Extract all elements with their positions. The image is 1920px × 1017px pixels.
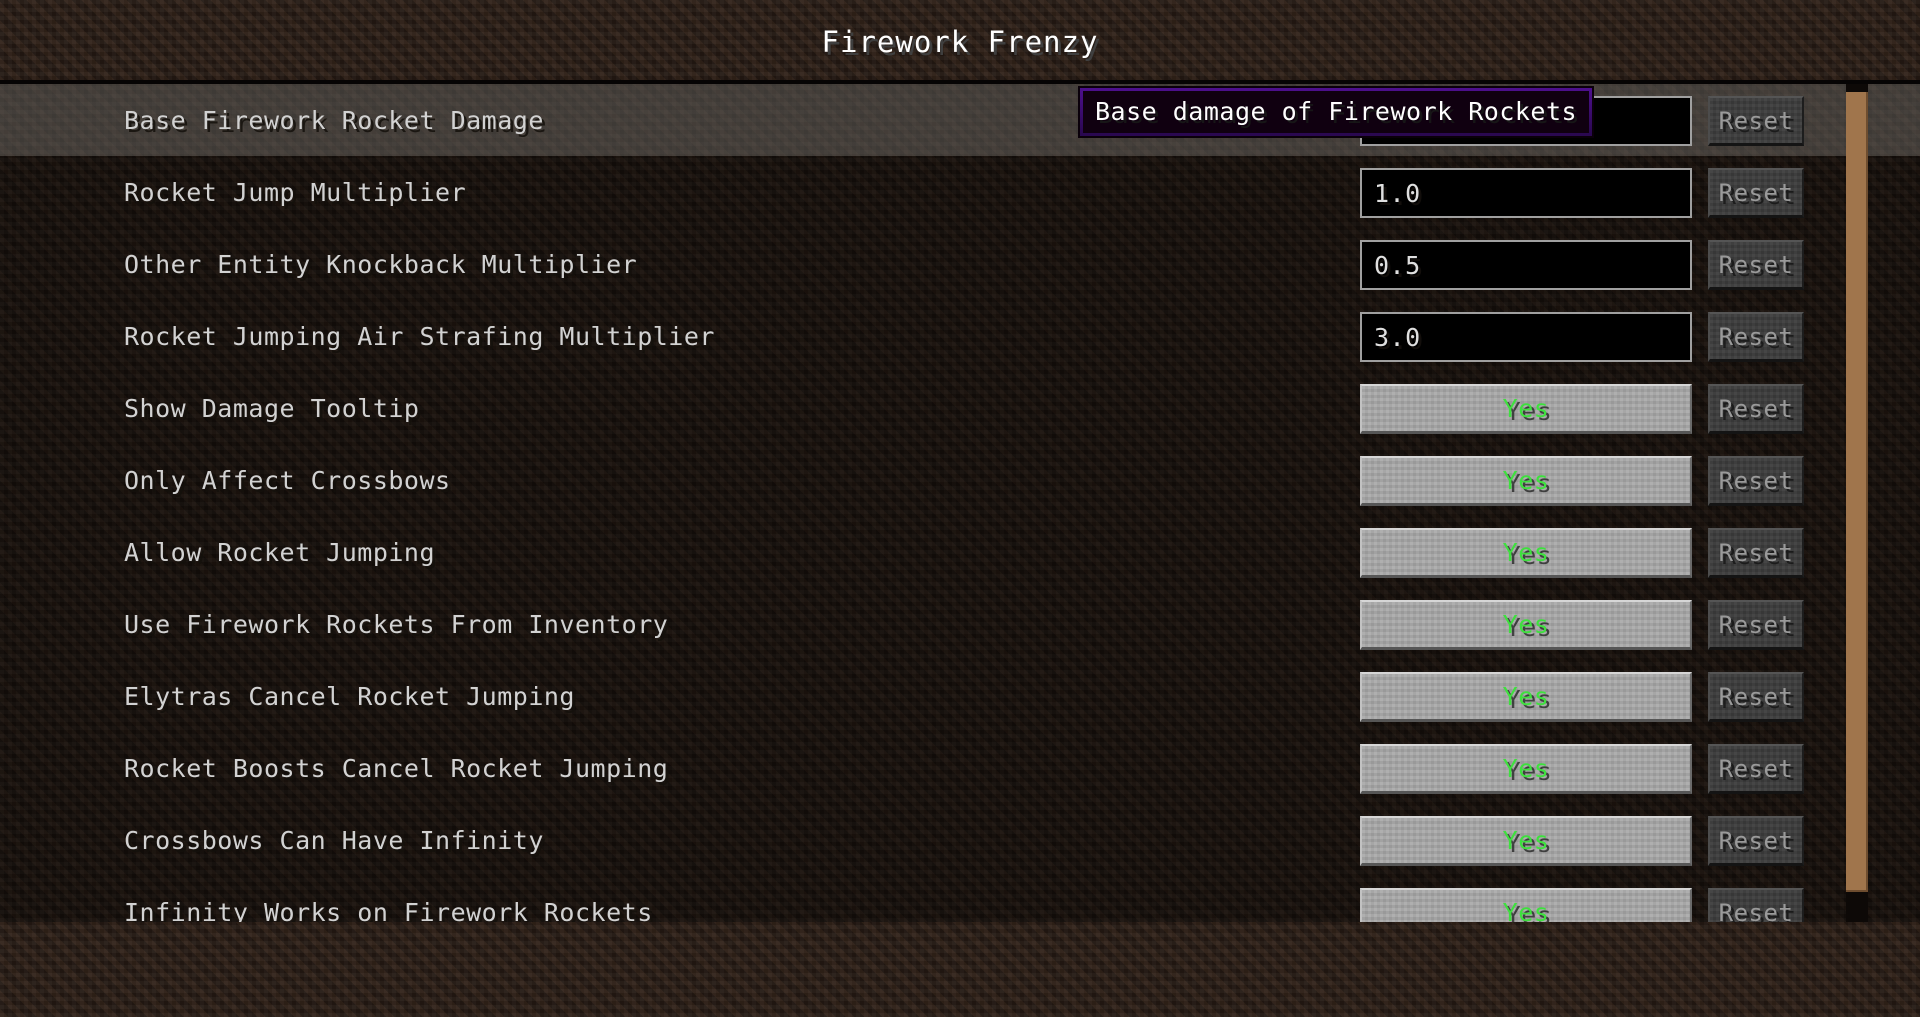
option-row[interactable]: Rocket Jumping Air Strafing Multiplier 3.… <box>0 300 1920 372</box>
toggle-button[interactable]: Yes <box>1360 600 1692 650</box>
toggle-button-value: Yes <box>1502 826 1550 855</box>
option-label: Use Firework Rockets From Inventory <box>124 609 669 639</box>
toggle-button[interactable]: Yes <box>1360 456 1692 506</box>
tooltip-text: Base damage of Firework Rockets <box>1095 97 1578 126</box>
option-label: Elytras Cancel Rocket Jumping <box>124 681 575 711</box>
reset-button: Reset <box>1708 312 1804 362</box>
number-input-box[interactable]: 0.5 <box>1360 240 1692 290</box>
option-label: Rocket Jumping Air Strafing Multiplier <box>124 321 715 351</box>
screen-header: Firework Frenzy <box>0 0 1920 84</box>
toggle-button-surface[interactable]: Yes <box>1360 888 1692 922</box>
reset-button-label: Reset <box>1718 394 1794 423</box>
reset-button-label: Reset <box>1718 178 1794 207</box>
option-row[interactable]: Infinity Works on Firework Rockets Yes Res… <box>0 876 1920 922</box>
number-input[interactable]: 3.0 <box>1360 312 1692 362</box>
toggle-button[interactable]: Yes <box>1360 528 1692 578</box>
reset-button: Reset <box>1708 384 1804 434</box>
toggle-button-surface[interactable]: Yes <box>1360 816 1692 866</box>
config-screen: Firework Frenzy Base Firework Rocket Dam… <box>0 0 1920 1017</box>
reset-button: Reset <box>1708 96 1804 146</box>
option-label: Other Entity Knockback Multiplier <box>124 249 638 279</box>
toggle-button-surface[interactable]: Yes <box>1360 672 1692 722</box>
reset-button: Reset <box>1708 888 1804 922</box>
toggle-button-value: Yes <box>1502 754 1550 783</box>
toggle-button[interactable]: Yes <box>1360 888 1692 922</box>
reset-button: Reset <box>1708 456 1804 506</box>
toggle-button-surface[interactable]: Yes <box>1360 456 1692 506</box>
reset-button: Reset <box>1708 168 1804 218</box>
screen-footer: Cancel Save & Quit www.9minecraft.net <box>0 922 1920 1017</box>
toggle-button-surface[interactable]: Yes <box>1360 384 1692 434</box>
number-input-box[interactable]: 1.0 <box>1360 168 1692 218</box>
toggle-button[interactable]: Yes <box>1360 744 1692 794</box>
reset-button: Reset <box>1708 240 1804 290</box>
reset-button-label: Reset <box>1718 538 1794 567</box>
option-row[interactable]: Rocket Jump Multiplier 1.0 Reset <box>0 156 1920 228</box>
reset-button: Reset <box>1708 600 1804 650</box>
toggle-button-surface[interactable]: Yes <box>1360 528 1692 578</box>
option-row[interactable]: Other Entity Knockback Multiplier 0.5 Rese… <box>0 228 1920 300</box>
reset-button-label: Reset <box>1718 610 1794 639</box>
number-input-box[interactable]: 3.0 <box>1360 312 1692 362</box>
reset-button-label: Reset <box>1718 826 1794 855</box>
number-input-value: 1.0 <box>1374 178 1421 208</box>
option-row[interactable]: Crossbows Can Have Infinity Yes Reset <box>0 804 1920 876</box>
option-label: Infinity Works on Firework Rockets <box>124 897 653 923</box>
reset-button-label: Reset <box>1718 322 1794 351</box>
toggle-button-value: Yes <box>1502 682 1550 711</box>
toggle-button-surface[interactable]: Yes <box>1360 744 1692 794</box>
toggle-button[interactable]: Yes <box>1360 672 1692 722</box>
number-input[interactable]: 1.0 <box>1360 168 1692 218</box>
option-row[interactable]: Allow Rocket Jumping Yes Reset <box>0 516 1920 588</box>
reset-button-label: Reset <box>1718 106 1794 135</box>
reset-button: Reset <box>1708 816 1804 866</box>
number-input-value: 0.5 <box>1374 250 1421 280</box>
number-input-value: 3.0 <box>1374 322 1421 352</box>
toggle-button-value: Yes <box>1502 538 1550 567</box>
number-input[interactable]: 0.5 <box>1360 240 1692 290</box>
option-label: Base Firework Rocket Damage <box>124 105 544 135</box>
option-label: Crossbows Can Have Infinity <box>124 825 544 855</box>
scrollbar-thumb[interactable] <box>1846 92 1868 892</box>
option-label: Show Damage Tooltip <box>124 393 420 423</box>
options-list[interactable]: Base Firework Rocket Damage3.0ResetRocke… <box>0 84 1920 922</box>
reset-button-label: Reset <box>1718 682 1794 711</box>
option-label: Allow Rocket Jumping <box>124 537 436 567</box>
option-label: Rocket Jump Multiplier <box>124 177 467 207</box>
toggle-button-value: Yes <box>1502 466 1550 495</box>
option-label: Rocket Boosts Cancel Rocket Jumping <box>124 753 669 783</box>
toggle-button-value: Yes <box>1502 610 1550 639</box>
option-row[interactable]: Only Affect Crossbows Yes Reset <box>0 444 1920 516</box>
reset-button-label: Reset <box>1718 466 1794 495</box>
reset-button-label: Reset <box>1718 250 1794 279</box>
page-title: Firework Frenzy <box>821 25 1099 59</box>
reset-button: Reset <box>1708 672 1804 722</box>
toggle-button[interactable]: Yes <box>1360 816 1692 866</box>
option-row[interactable]: Use Firework Rockets From Inventory Yes Re… <box>0 588 1920 660</box>
option-row[interactable]: Base Firework Rocket Damage3.0Reset <box>0 84 1920 156</box>
option-label: Only Affect Crossbows <box>124 465 451 495</box>
option-row[interactable]: Show Damage Tooltip Yes Reset <box>0 372 1920 444</box>
option-row[interactable]: Elytras Cancel Rocket Jumping Yes Reset <box>0 660 1920 732</box>
reset-button-label: Reset <box>1718 754 1794 783</box>
reset-button: Reset <box>1708 528 1804 578</box>
toggle-button-value: Yes <box>1502 394 1550 423</box>
reset-button: Reset <box>1708 744 1804 794</box>
reset-button-label: Reset <box>1718 898 1794 923</box>
tooltip: Base damage of Firework Rockets <box>1077 86 1595 138</box>
toggle-button-surface[interactable]: Yes <box>1360 600 1692 650</box>
options-list-inner: Base Firework Rocket Damage3.0ResetRocke… <box>0 84 1920 922</box>
toggle-button-value: Yes <box>1502 898 1550 922</box>
toggle-button[interactable]: Yes <box>1360 384 1692 434</box>
option-row[interactable]: Rocket Boosts Cancel Rocket Jumping Yes Re… <box>0 732 1920 804</box>
